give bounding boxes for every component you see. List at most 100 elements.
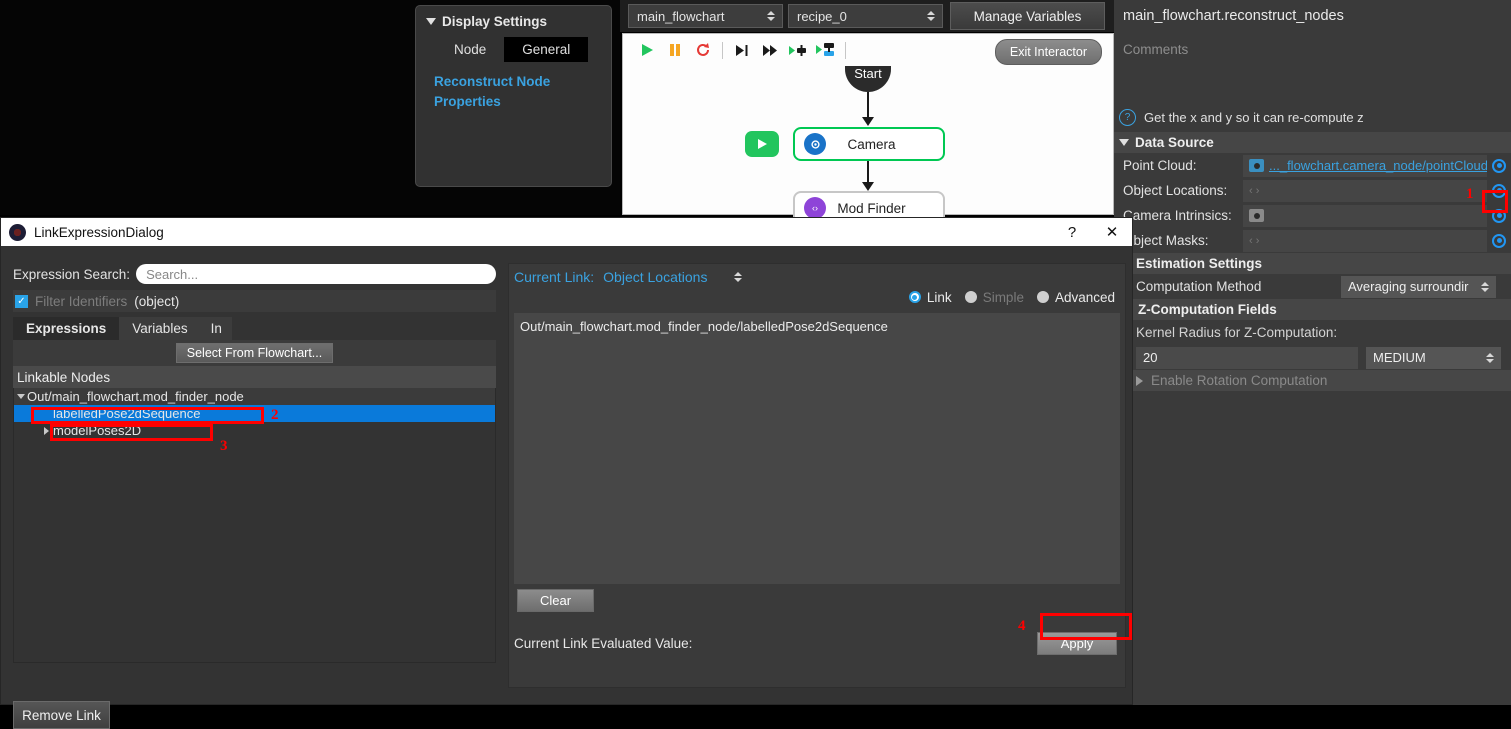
chevron-down-icon[interactable] [14, 394, 27, 399]
recipe-select[interactable]: recipe_0 [788, 4, 943, 28]
tab-node[interactable]: Node [436, 37, 504, 62]
object-masks-value: ‹ › [1249, 234, 1260, 247]
chevron-updown-icon[interactable] [716, 272, 749, 282]
kernel-radius-label: Kernel Radius for Z-Computation: [1136, 325, 1338, 340]
camera-chip-icon [1249, 159, 1264, 172]
object-locations-target-button[interactable] [1487, 180, 1511, 202]
tab-expressions[interactable]: Expressions [13, 317, 120, 340]
evaluated-value-row: Current Link Evaluated Value: Apply [509, 627, 1125, 659]
annotation-number-1: 1 [1466, 186, 1474, 202]
z-computation-fields-header[interactable]: Z-Computation Fields [1114, 299, 1511, 320]
link-mode-radio-group: Link Simple Advanced [509, 285, 1125, 309]
tree-node-model-poses[interactable]: modelPoses2D [14, 422, 495, 439]
edge-start-to-camera [867, 92, 869, 120]
enable-rotation-computation-header[interactable]: Enable Rotation Computation [1114, 370, 1511, 391]
exit-interactor-button[interactable]: Exit Interactor [994, 39, 1102, 65]
estimation-settings-header[interactable]: Estimation Settings [1114, 253, 1511, 274]
camera-intrinsics-label: Camera Intrinsics: [1123, 208, 1232, 223]
tree-node-labelled-pose[interactable]: labelledPose2dSequence [14, 405, 495, 422]
object-locations-field[interactable]: ‹ › [1243, 179, 1487, 202]
radio-advanced[interactable] [1036, 291, 1049, 303]
data-source-header[interactable]: Data Source [1114, 132, 1511, 153]
tab-in[interactable]: In [200, 317, 232, 340]
computation-method-row: Computation Method Averaging surroundir [1114, 274, 1511, 299]
display-settings-panel: Display Settings Node General Reconstruc… [415, 5, 612, 187]
expression-editor[interactable]: Out/main_flowchart.mod_finder_node/label… [514, 313, 1120, 584]
help-icon[interactable]: ? [1119, 109, 1136, 126]
dialog-title-bar[interactable]: LinkExpressionDialog ? ✕ [1, 218, 1132, 246]
kernel-radius-label-row: Kernel Radius for Z-Computation: [1114, 320, 1511, 345]
manage-variables-button[interactable]: Manage Variables [950, 2, 1105, 30]
remove-link-button[interactable]: Remove Link [13, 701, 110, 729]
chevron-updown-icon [927, 11, 942, 21]
computation-method-label: Computation Method [1136, 279, 1262, 294]
apply-button[interactable]: Apply [1037, 631, 1117, 655]
tree-node-mod-finder-label: Out/main_flowchart.mod_finder_node [27, 389, 244, 404]
point-cloud-value: ..._flowchart.camera_node/pointCloud [1269, 158, 1487, 173]
tab-variables[interactable]: Variables [119, 317, 201, 340]
comments-field[interactable]: Comments [1114, 24, 1511, 57]
tree-node-mod-finder[interactable]: Out/main_flowchart.mod_finder_node [14, 388, 495, 405]
display-settings-tabs: Node General [416, 37, 611, 62]
toolbar-divider [722, 41, 723, 59]
pause-icon[interactable] [661, 37, 689, 63]
flowchart-node-camera[interactable]: Camera [793, 127, 945, 161]
object-locations-label: Object Locations: [1123, 183, 1228, 198]
hint-text: Get the x and y so it can re-compute z [1144, 110, 1364, 125]
radio-simple-label: Simple [982, 289, 1024, 305]
step-over-icon[interactable] [756, 37, 784, 63]
flowchart-select[interactable]: main_flowchart [628, 4, 783, 28]
close-icon[interactable]: ✕ [1092, 218, 1132, 246]
mod-finder-icon: ‹› [804, 197, 826, 219]
chevron-right-icon[interactable] [40, 426, 53, 435]
run-to-node-icon[interactable] [812, 37, 840, 63]
object-masks-target-button[interactable] [1487, 230, 1511, 252]
filter-identifiers-checkbox[interactable]: ✓ [15, 294, 28, 308]
point-cloud-target-button[interactable] [1487, 155, 1511, 177]
step-into-icon[interactable] [728, 37, 756, 63]
link-expression-dialog: LinkExpressionDialog ? ✕ Expression Sear… [0, 217, 1133, 729]
run-node-icon[interactable] [784, 37, 812, 63]
clear-button[interactable]: Clear [517, 589, 594, 612]
object-masks-field[interactable]: ‹ › [1243, 229, 1487, 252]
radio-simple[interactable] [964, 291, 977, 303]
play-icon[interactable] [633, 37, 661, 63]
chevron-right-icon [1136, 375, 1143, 386]
select-from-flowchart-button[interactable]: Select From Flowchart... [175, 343, 334, 363]
computation-method-value: Averaging surroundir [1348, 279, 1469, 294]
radio-link[interactable] [908, 291, 921, 303]
app-logo-icon [9, 223, 26, 241]
flowchart-node-start-label: Start [854, 66, 882, 81]
tab-general[interactable]: General [504, 37, 589, 62]
radio-link-label: Link [926, 289, 952, 305]
point-cloud-field[interactable]: ..._flowchart.camera_node/pointCloud [1243, 154, 1487, 177]
help-button[interactable]: ? [1052, 218, 1092, 246]
dialog-body: Expression Search: Search... ✓ Filter Id… [1, 246, 1132, 729]
chevron-down-icon [1119, 139, 1129, 146]
filter-type-label: (object) [134, 293, 180, 309]
expression-search-input[interactable]: Search... [136, 264, 496, 284]
filter-identifiers-row: ✓ Filter Identifiers (object) [13, 290, 496, 312]
kernel-radius-input[interactable]: 20 [1136, 346, 1358, 369]
annotation-number-3: 3 [220, 438, 228, 454]
camera-intrinsics-field[interactable] [1243, 204, 1487, 227]
clear-row: Clear [509, 584, 1125, 612]
evaluated-value-label: Current Link Evaluated Value: [514, 635, 693, 651]
dialog-left-pane: Expression Search: Search... ✓ Filter Id… [13, 263, 496, 688]
dialog-title: LinkExpressionDialog [34, 224, 164, 240]
reconstruct-node-properties-link[interactable]: Reconstruct Node Properties [416, 62, 611, 111]
current-link-row: Current Link: Object Locations [509, 264, 1125, 285]
computation-method-select[interactable]: Averaging surroundir [1341, 275, 1496, 298]
chevron-updown-icon [767, 11, 782, 21]
kernel-radius-row: 20 MEDIUM [1114, 345, 1511, 370]
kernel-size-select[interactable]: MEDIUM [1366, 346, 1501, 369]
linkable-nodes-tree[interactable]: Out/main_flowchart.mod_finder_node label… [13, 388, 496, 663]
reload-icon[interactable] [689, 37, 717, 63]
camera-intrinsics-target-button[interactable] [1487, 205, 1511, 227]
display-settings-header[interactable]: Display Settings [416, 6, 611, 33]
enable-rotation-computation-label: Enable Rotation Computation [1151, 373, 1328, 388]
chevron-updown-icon [1486, 352, 1501, 363]
run-node-chip-button[interactable] [745, 131, 779, 157]
camera-intrinsics-row: Camera Intrinsics: [1114, 203, 1511, 228]
flowchart-node-mod-finder-label: Mod Finder [837, 200, 906, 216]
